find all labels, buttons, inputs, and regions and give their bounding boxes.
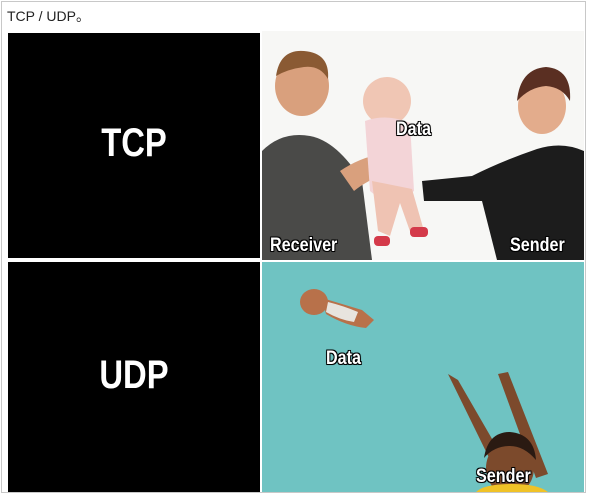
udp-data-caption: Data: [326, 348, 362, 369]
udp-sender-caption: Sender: [476, 466, 531, 487]
udp-photo-panel: Data Sender: [262, 262, 584, 492]
meme-image: TCP Data Receiver Sender UDP Data Sender: [6, 31, 584, 492]
receiver-caption: Receiver: [270, 235, 338, 256]
tcp-label: TCP: [101, 121, 167, 165]
post-title: TCP / UDP。: [7, 8, 90, 24]
udp-label: UDP: [99, 353, 169, 397]
udp-label-panel: UDP: [8, 262, 260, 492]
tcp-data-caption: Data: [396, 119, 432, 140]
udp-throw-illustration: [300, 289, 548, 492]
tcp-label-panel: TCP: [8, 33, 260, 258]
tcp-handoff-illustration: [262, 50, 584, 260]
tcp-sender-caption: Sender: [510, 235, 565, 256]
tcp-photo-panel: Data Receiver Sender: [262, 31, 584, 260]
